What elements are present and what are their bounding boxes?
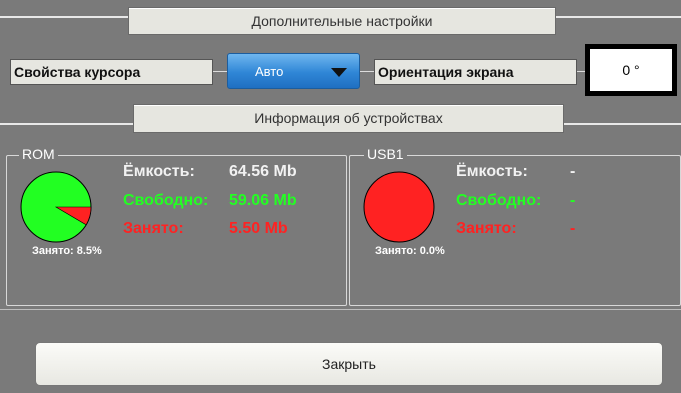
capacity-label: Ёмкость: [456, 163, 528, 180]
capacity-label: Ёмкость: [123, 163, 195, 180]
used-percent-text: Занято: 0.0% [375, 245, 445, 257]
used-label: Занято: [456, 220, 517, 237]
close-button[interactable]: Закрыть [35, 342, 663, 386]
device-header-line-right [564, 123, 681, 125]
used-percent-text: Занято: 8.5% [32, 245, 102, 257]
capacity-value: 64.56 Mb [229, 163, 297, 180]
capacity-value: - [570, 163, 576, 180]
free-label: Свободно: [123, 192, 209, 209]
used-value: - [570, 220, 576, 237]
screen-orientation-label: Ориентация экрана [374, 59, 577, 85]
free-value: 59.06 Mb [229, 192, 297, 209]
connector [577, 71, 585, 72]
cursor-mode-dropdown[interactable]: Авто [227, 53, 360, 89]
used-label: Занято: [123, 220, 184, 237]
device-header-line-left [0, 123, 133, 125]
cursor-mode-value: Авто [255, 64, 284, 79]
free-label: Свободно: [456, 192, 542, 209]
cursor-properties-label: Свойства курсора [10, 59, 213, 85]
device-info-header: Информация об устройствах [133, 104, 564, 133]
device-name: ROM [19, 146, 58, 162]
free-value: - [570, 192, 576, 209]
usage-pie-chart [20, 171, 92, 243]
chevron-down-icon [331, 68, 347, 77]
used-value: 5.50 Mb [229, 220, 288, 237]
device-panel-usb1: USB1 Занято: 0.0% Ёмкость: - Свободно: -… [349, 146, 681, 306]
header-line-left [0, 16, 128, 18]
settings-header: Дополнительные настройки [128, 7, 556, 35]
screen-orientation-field[interactable]: 0 ° [585, 44, 677, 96]
bottom-separator [0, 309, 681, 310]
pie-free-slice [363, 171, 435, 243]
device-panel-rom: ROM Занято: 8.5% Ёмкость: 64.56 Mb Свобо… [6, 146, 347, 306]
connector [360, 71, 374, 72]
screen-orientation-value: 0 ° [590, 49, 672, 91]
header-line-right [556, 16, 681, 18]
connector [213, 71, 227, 72]
device-name: USB1 [364, 146, 407, 162]
usage-pie-chart [363, 171, 435, 243]
